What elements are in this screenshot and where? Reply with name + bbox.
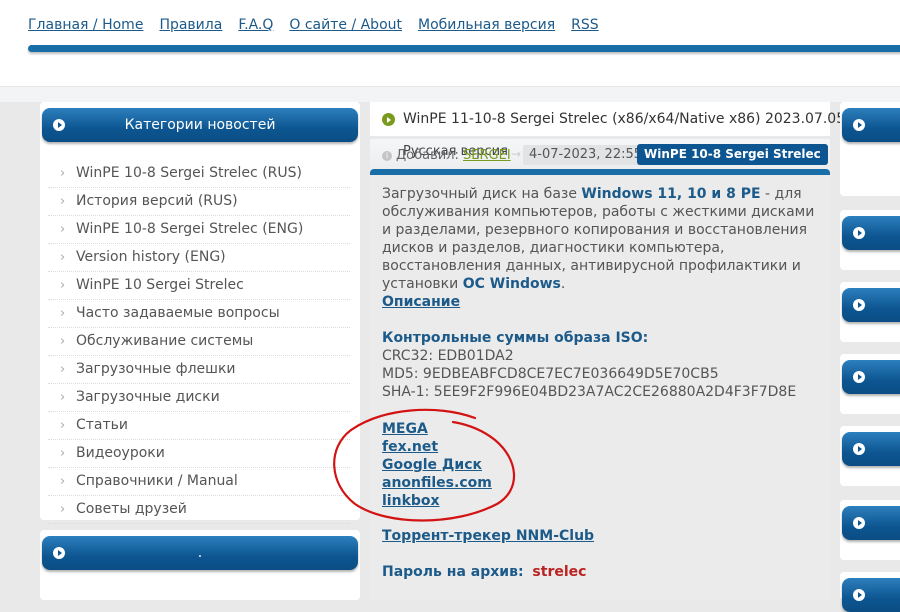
description-link[interactable]: Описание: [382, 294, 460, 310]
categories-title: Категории новостей: [124, 117, 276, 133]
arrow-circle-icon: [53, 547, 65, 559]
category-item[interactable]: Часто задаваемые вопросы: [48, 300, 350, 328]
arrow-right-icon: →: [511, 147, 522, 161]
archive-password: Пароль на архив: strelec: [382, 564, 586, 580]
right-panel: [840, 210, 900, 270]
categories-list: WinPE 10-8 Sergei Strelec (RUS) История …: [48, 160, 350, 524]
intro-text: Загрузочный диск на базе: [382, 186, 582, 202]
category-tag[interactable]: WinPE 10-8 Sergei Strelec: [637, 144, 828, 165]
second-sidebar-panel: .: [40, 530, 360, 600]
arrow-circle-icon: [53, 119, 65, 131]
category-item[interactable]: WinPE 10-8 Sergei Strelec (ENG): [48, 216, 350, 244]
right-panel-header[interactable]: [842, 216, 900, 250]
right-panel-header[interactable]: [842, 288, 900, 322]
category-item[interactable]: WinPE 10-8 Sergei Strelec (RUS): [48, 160, 350, 188]
right-panel: [840, 354, 900, 414]
article-header: WinPE 11-10-8 Sergei Strelec (x86/x64/Na…: [370, 102, 845, 136]
arrow-circle-icon: [853, 371, 865, 383]
category-item[interactable]: Справочники / Manual: [48, 468, 350, 496]
nav-rules-link[interactable]: Правила: [159, 17, 222, 33]
checksum-md5: MD5: 9EDBEABFCD8CE7EC7E036649D5E70CB5: [382, 366, 719, 382]
arrow-circle-icon: [853, 517, 865, 529]
right-panel: [840, 426, 900, 486]
right-panel: [840, 102, 900, 196]
red-annotation-circle: [333, 408, 516, 522]
right-panel-header[interactable]: [842, 360, 900, 394]
article-body: Загрузочный диск на базе Windows 11, 10 …: [370, 175, 830, 600]
checksum-crc32: CRC32: EDB01DA2: [382, 348, 514, 364]
intro-highlight: ОС Windows: [462, 276, 561, 292]
password-value: strelec: [532, 564, 587, 580]
info-icon: i: [382, 151, 392, 161]
arrow-circle-icon: [853, 227, 865, 239]
arrow-circle-icon: [382, 113, 395, 126]
article-meta-bar: i Русская версия Добавил: SERGEI → 4-07-…: [370, 139, 830, 171]
category-item[interactable]: Version history (ENG): [48, 244, 350, 272]
category-item[interactable]: Советы друзей: [48, 496, 350, 524]
right-panel: [840, 572, 900, 612]
checksum-sha1: SHA-1: 5EE9F2F996E04BD23A7AC2CE26880A2D4…: [382, 384, 797, 400]
site-header: Главная / Home Правила F.A.Q О сайте / A…: [0, 0, 900, 86]
right-panel: [840, 500, 900, 560]
torrent-link[interactable]: Торрент-трекер NNM-Club: [382, 528, 594, 544]
right-panel-header[interactable]: [842, 108, 900, 142]
categories-panel: Категории новостей WinPE 10-8 Sergei Str…: [40, 102, 360, 524]
article-title[interactable]: WinPE 11-10-8 Sergei Strelec (x86/x64/Na…: [403, 111, 845, 127]
publish-date: 4-07-2023, 22:55: [523, 145, 649, 165]
second-sidebar-title: .: [197, 545, 203, 561]
added-by: Добавил: SERGEI: [396, 148, 511, 163]
right-panel-header[interactable]: [842, 578, 900, 612]
top-navigation: Главная / Home Правила F.A.Q О сайте / A…: [28, 17, 615, 33]
arrow-circle-icon: [853, 299, 865, 311]
author-link[interactable]: SERGEI: [463, 148, 511, 163]
nav-about-link[interactable]: О сайте / About: [289, 17, 402, 33]
article-intro: Загрузочный диск на базе Windows 11, 10 …: [382, 185, 827, 293]
right-panel: [840, 282, 900, 342]
checksums-title: Контрольные суммы образа ISO:: [382, 330, 649, 346]
intro-highlight: Windows 11, 10 и 8 PE: [581, 186, 761, 202]
arrow-circle-icon: [853, 443, 865, 455]
categories-header[interactable]: Категории новостей: [42, 108, 358, 142]
arrow-circle-icon: [853, 119, 865, 131]
category-item[interactable]: История версий (RUS): [48, 188, 350, 216]
nav-mobile-link[interactable]: Мобильная версия: [418, 17, 555, 33]
intro-text: .: [560, 276, 566, 292]
category-item[interactable]: Видеоуроки: [48, 440, 350, 468]
nav-home-link[interactable]: Главная / Home: [28, 17, 143, 33]
right-panel-header[interactable]: [842, 506, 900, 540]
header-band: [0, 86, 900, 102]
category-item[interactable]: Загрузочные диски: [48, 384, 350, 412]
header-divider: [28, 45, 900, 52]
password-label: Пароль на архив:: [382, 564, 524, 580]
nav-faq-link[interactable]: F.A.Q: [238, 17, 273, 33]
category-item[interactable]: Обслуживание системы: [48, 328, 350, 356]
second-sidebar-header[interactable]: .: [42, 536, 358, 570]
right-panel-header[interactable]: [842, 432, 900, 466]
nav-rss-link[interactable]: RSS: [571, 17, 599, 33]
category-item[interactable]: Загрузочные флешки: [48, 356, 350, 384]
added-by-label: Добавил:: [396, 148, 459, 163]
category-item[interactable]: WinPE 10 Sergei Strelec: [48, 272, 350, 300]
arrow-circle-icon: [853, 589, 865, 601]
category-item[interactable]: Статьи: [48, 412, 350, 440]
